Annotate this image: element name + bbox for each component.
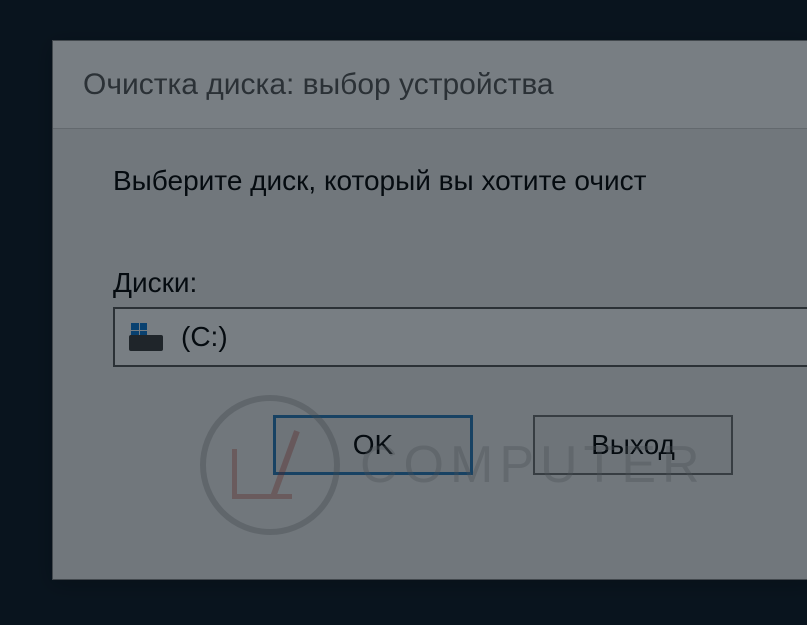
ok-button[interactable]: OK — [273, 415, 473, 475]
disk-cleanup-dialog: Очистка диска: выбор устройства Выберите… — [52, 40, 807, 580]
drive-icon — [129, 323, 163, 351]
button-row: OK Выход — [113, 415, 751, 475]
drives-label: Диски: — [113, 267, 751, 299]
titlebar[interactable]: Очистка диска: выбор устройства — [53, 41, 807, 129]
selected-drive-text: (C:) — [181, 321, 228, 353]
dialog-content: Выберите диск, который вы хотите очист Д… — [53, 129, 807, 505]
dialog-title: Очистка диска: выбор устройства — [83, 68, 554, 102]
instruction-text: Выберите диск, который вы хотите очист — [113, 165, 751, 197]
exit-button[interactable]: Выход — [533, 415, 733, 475]
drive-select-dropdown[interactable]: (C:) — [113, 307, 807, 367]
